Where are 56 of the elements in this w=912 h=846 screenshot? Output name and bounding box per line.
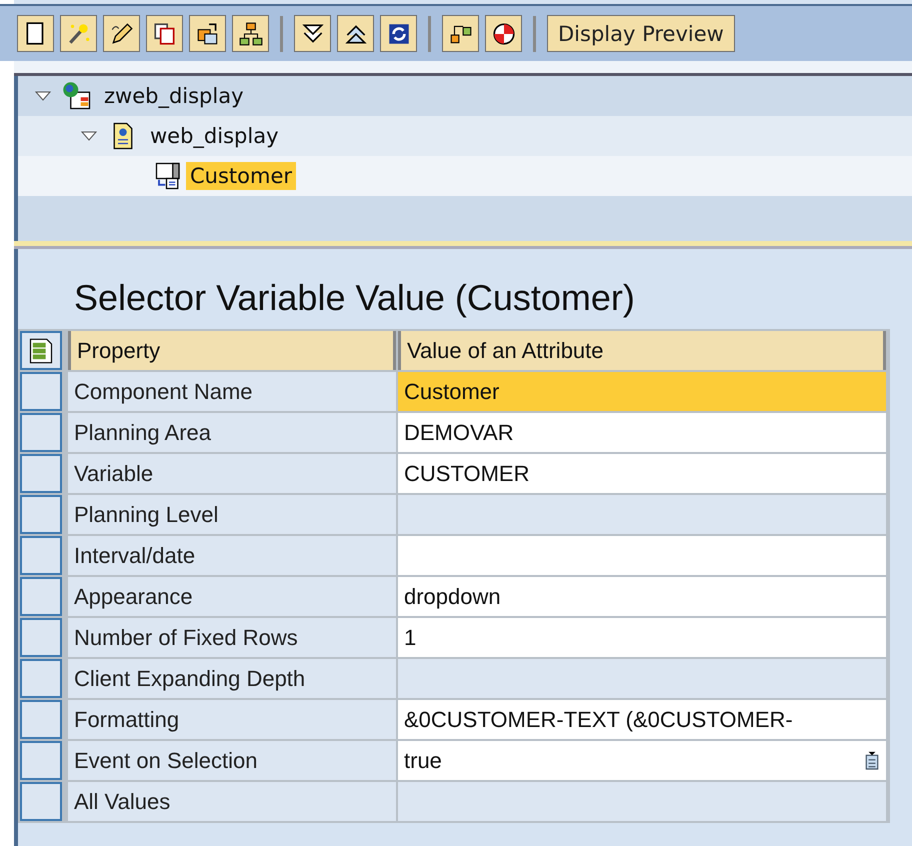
linked-boxes-button[interactable] [442,15,479,52]
lifebuoy-icon [490,20,516,46]
table-cell: All Values [68,782,396,821]
globe-table-icon [62,81,92,111]
value-help-icon[interactable] [864,750,880,770]
table-cell: Event on Selection [68,741,396,780]
row-selector[interactable] [20,413,62,452]
table-cell: Appearance [68,577,396,616]
table-cell: Formatting [68,700,396,739]
tree-item[interactable]: zweb_display [100,82,248,110]
collapse-all-button[interactable] [337,15,374,52]
row-selector[interactable] [20,618,62,657]
row-selector[interactable] [20,372,62,411]
page-button[interactable] [17,15,54,52]
pencil-button[interactable] [103,15,140,52]
input-field[interactable]: 1 [398,618,886,657]
copy-button[interactable] [146,15,183,52]
row-selector[interactable] [20,495,62,534]
column-header[interactable]: Value of an Attribute [398,331,886,370]
tree-item[interactable]: web_display [146,122,282,150]
input-field[interactable]: true [398,741,886,780]
display-preview-button[interactable]: Display Preview [547,15,735,52]
refresh-button[interactable] [380,15,417,52]
input-field[interactable]: dropdown [398,577,886,616]
panel-title: Selector Variable Value (Customer) [73,276,636,320]
input-field[interactable]: CUSTOMER [398,454,886,493]
hierarchy-button[interactable] [232,15,269,52]
table-cell: Interval/date [68,536,396,575]
column-settings-button[interactable] [20,331,62,370]
table-cell: Planning Level [68,495,396,534]
input-field[interactable]: DEMOVAR [398,413,886,452]
row-selector[interactable] [20,536,62,575]
input-field[interactable]: &0CUSTOMER-TEXT (&0CUSTOMER- [398,700,886,739]
table-layout-icon [27,336,55,364]
magic-wand-button[interactable] [60,15,97,52]
table-cell: Component Name [68,372,396,411]
table-cell: Planning Area [68,413,396,452]
row-selector[interactable] [20,782,62,821]
table-cell: Variable [68,454,396,493]
move-button[interactable] [189,15,226,52]
column-header[interactable]: Property [68,331,396,370]
collapse-triangle-icon[interactable] [32,91,54,101]
row-selector[interactable] [20,577,62,616]
row-selector[interactable] [20,741,62,780]
lifebuoy-button[interactable] [485,15,522,52]
hierarchy-icon [238,20,264,46]
table-cell: Client Expanding Depth [68,659,396,698]
collapse-triangle-icon[interactable] [78,131,100,141]
expand-all-button[interactable] [294,15,331,52]
row-selector[interactable] [20,454,62,493]
row-selector[interactable] [20,659,62,698]
input-field[interactable]: Customer [398,372,886,411]
table-cell: Number of Fixed Rows [68,618,396,657]
copy-icon [152,20,178,46]
tree-item[interactable]: Customer [186,162,296,190]
row-selector[interactable] [20,700,62,739]
